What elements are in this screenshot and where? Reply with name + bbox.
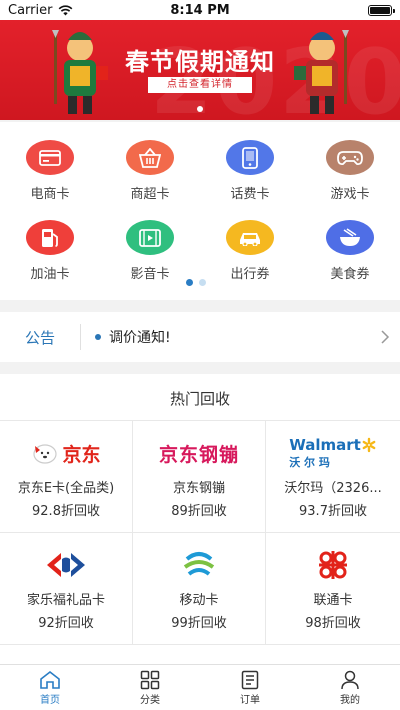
pager-dot-active	[186, 279, 193, 286]
fuel-icon	[26, 220, 74, 255]
category-label: 加油卡	[30, 267, 70, 282]
category-pager	[186, 279, 206, 286]
door-god-left-icon	[52, 30, 108, 114]
banner-subtitle[interactable]: 点击查看详情	[148, 77, 252, 93]
jd-dog-icon	[33, 444, 58, 464]
china-unicom-logo	[315, 543, 351, 587]
recycle-card-china-unicom[interactable]: 联通卡 98折回收	[266, 533, 400, 645]
card-name: 移动卡	[179, 593, 219, 608]
order-icon	[241, 670, 259, 689]
tab-profile[interactable]: 我的	[300, 665, 400, 710]
card-name: 家乐福礼品卡	[26, 593, 105, 608]
announcement-tag: 公告	[24, 328, 55, 347]
tab-label: 订单	[240, 694, 260, 706]
category-label: 电商卡	[30, 187, 70, 202]
tab-label: 分类	[140, 694, 160, 706]
category-label: 游戏卡	[330, 187, 370, 202]
chevron-right-icon	[370, 329, 400, 345]
tab-label: 首页	[40, 694, 60, 706]
carrefour-logo	[43, 543, 89, 587]
gamepad-icon	[326, 140, 374, 175]
card-rate: 99折回收	[171, 616, 227, 631]
category-grid: 电商卡 商超卡 话费卡 游戏卡 加油卡 影音卡 出行券 美食券	[0, 122, 400, 300]
carrefour-icon	[47, 553, 85, 577]
battery-icon	[368, 4, 395, 16]
category-supermarket-card[interactable]: 商超卡	[100, 122, 200, 202]
china-mobile-logo	[181, 543, 217, 587]
hot-recycle-section: 热门回收 京东 京东E卡(全品类) 92.8折回收 京东钢镚 京东钢镚 89折回…	[0, 374, 400, 668]
card-rate: 89折回收	[171, 504, 227, 519]
card-rate: 93.7折回收	[299, 504, 367, 519]
pager-dot	[199, 279, 206, 286]
tab-label: 我的	[340, 694, 360, 706]
recycle-card-china-mobile[interactable]: 移动卡 99折回收	[133, 533, 266, 645]
status-left: Carrier	[8, 3, 73, 18]
spark-icon	[362, 437, 376, 453]
card-icon	[26, 140, 74, 175]
walmart-logo: Walmart 沃 尔 玛	[289, 431, 377, 475]
category-ecommerce-card[interactable]: 电商卡	[0, 122, 100, 202]
status-bar: Carrier 8:14 PM	[0, 0, 400, 20]
card-rate: 98折回收	[305, 616, 361, 631]
card-name: 京东钢镚	[172, 481, 225, 496]
grid-icon	[140, 670, 160, 689]
home-icon	[40, 670, 60, 689]
card-rate: 92折回收	[38, 616, 94, 631]
category-fuel-card[interactable]: 加油卡	[0, 202, 100, 282]
car-icon	[226, 220, 274, 255]
bottom-tab-bar: 首页 分类 订单 我的	[0, 664, 400, 710]
category-phone-card[interactable]: 话费卡	[200, 122, 300, 202]
category-label: 影音卡	[130, 267, 170, 282]
door-god-right-icon	[294, 30, 349, 114]
category-label: 美食券	[330, 267, 370, 282]
category-game-card[interactable]: 游戏卡	[300, 122, 400, 202]
card-name: 联通卡	[313, 593, 353, 608]
announcement-text: 调价通知!	[109, 330, 171, 346]
bullet-icon	[95, 334, 101, 340]
category-label: 话费卡	[230, 187, 270, 202]
logo-subtext: 沃 尔 玛	[289, 456, 330, 469]
tab-orders[interactable]: 订单	[200, 665, 300, 710]
recycle-card-jd-coin[interactable]: 京东钢镚 京东钢镚 89折回收	[133, 421, 266, 533]
basket-icon	[126, 140, 174, 175]
logo-text: Walmart	[289, 436, 361, 454]
logo-text: 京东	[62, 443, 101, 466]
recycle-card-carrefour[interactable]: 家乐福礼品卡 92折回收	[0, 533, 133, 645]
recycle-card-jd-ecard[interactable]: 京东 京东E卡(全品类) 92.8折回收	[0, 421, 133, 533]
tab-category[interactable]: 分类	[100, 665, 200, 710]
banner-title: 春节假期通知	[125, 48, 275, 76]
logo-text: 京东钢镚	[158, 443, 239, 466]
category-label: 商超卡	[130, 187, 170, 202]
user-icon	[341, 670, 359, 689]
jd-logo: 京东	[31, 431, 101, 475]
section-title: 热门回收	[169, 390, 230, 408]
banner-page-dot	[197, 106, 203, 112]
category-food-voucher[interactable]: 美食券	[300, 202, 400, 282]
card-name: 沃尔玛（2326...	[284, 481, 382, 496]
film-icon	[126, 220, 174, 255]
china-mobile-icon	[183, 552, 215, 576]
category-label: 出行券	[230, 267, 270, 282]
bowl-icon	[326, 220, 374, 255]
category-film-card[interactable]: 影音卡	[100, 202, 200, 282]
category-travel-voucher[interactable]: 出行券	[200, 202, 300, 282]
divider	[80, 324, 81, 350]
hot-recycle-grid: 京东 京东E卡(全品类) 92.8折回收 京东钢镚 京东钢镚 89折回收 Wal…	[0, 420, 400, 668]
tab-home[interactable]: 首页	[0, 665, 100, 710]
card-name: 京东E卡(全品类)	[17, 481, 115, 496]
phone-icon	[226, 140, 274, 175]
announcement-bar[interactable]: 公告 调价通知!	[0, 312, 400, 362]
wifi-icon	[59, 4, 73, 15]
jd-coin-logo: 京东钢镚	[159, 431, 239, 475]
recycle-card-walmart[interactable]: Walmart 沃 尔 玛 沃尔玛（2326... 93.7折回收	[266, 421, 400, 533]
promo-banner[interactable]: 2020 春节假期通知 点击查看详情	[0, 20, 400, 120]
card-rate: 92.8折回收	[32, 504, 100, 519]
carrier-label: Carrier	[8, 2, 53, 18]
china-unicom-icon	[319, 551, 347, 579]
